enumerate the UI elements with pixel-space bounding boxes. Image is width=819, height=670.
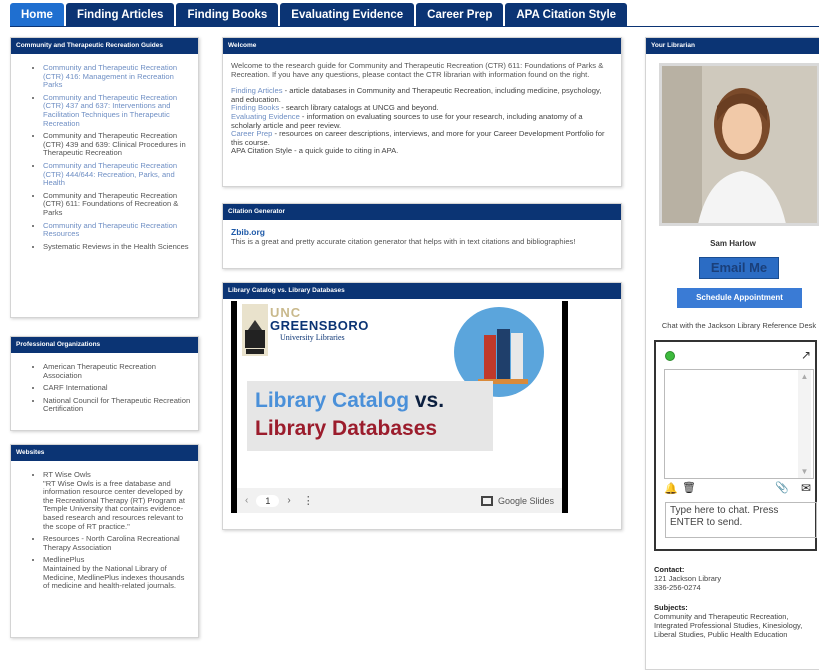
org-item[interactable]: American Therapeutic Recreation Associat… — [43, 362, 192, 380]
popout-icon[interactable]: ↗ — [801, 348, 811, 362]
chat-widget: ↗ ▲ ▼ 🔔 🗑 📎 ✉ Type here to chat. Press E… — [654, 340, 817, 551]
contact-section: Contact: 121 Jackson Library 336-256-027… — [654, 565, 721, 592]
guide-item[interactable]: Community and Therapeutic Recreation (CT… — [43, 191, 192, 218]
more-options-icon[interactable]: ⋮ — [303, 494, 314, 507]
website-desc: Maintained by the National Library of Me… — [43, 563, 185, 591]
tab-career-prep[interactable]: Career Prep — [416, 3, 504, 27]
main-nav-tabs: Home Finding Articles Finding Books Evaluat… — [10, 3, 629, 27]
welcome-line: APA Citation Style - a quick guide to ci… — [231, 147, 613, 156]
website-item: MedlinePlusMaintained by the National Li… — [43, 556, 192, 590]
schedule-appointment-button[interactable]: Schedule Appointment — [677, 288, 802, 308]
org-item[interactable]: CARF International — [43, 384, 192, 393]
librarian-panel: Your Librarian Sam Harlow Email Me Sched… — [645, 37, 819, 670]
welcome-intro: Welcome to the research guide for Commun… — [231, 61, 604, 79]
catalog-panel: Library Catalog vs. Library Databases UN… — [222, 282, 622, 530]
envelope-icon[interactable]: ✉ — [801, 481, 811, 495]
librarian-heading: Your Librarian — [646, 38, 819, 54]
welcome-line: Finding Articles - article databases in … — [231, 86, 613, 104]
slide-title-catalog: Library Catalog — [255, 389, 410, 412]
welcome-line-text: - article databases in Community and The… — [231, 86, 602, 104]
slide-canvas: UNC GREENSBORO University Libraries Libr… — [237, 301, 562, 488]
website-desc: "RT Wise Owls is a free database and inf… — [43, 478, 185, 531]
guide-item-label[interactable]: Community and Therapeutic Recreation (CT… — [43, 93, 177, 128]
subjects-text: Community and Therapeutic Recreation, In… — [654, 612, 803, 639]
slide-greensboro: GREENSBORO — [270, 318, 369, 333]
guide-item[interactable]: Community and Therapeutic Recreation (CT… — [43, 63, 192, 90]
guide-item-label[interactable]: Community and Therapeutic Recreation (CT… — [43, 131, 186, 157]
google-slides-label[interactable]: Google Slides — [498, 496, 554, 506]
welcome-line: Evaluating Evidence - information on eva… — [231, 112, 613, 130]
page-number[interactable]: 1 — [256, 494, 280, 507]
guide-item[interactable]: Community and Therapeutic Recreation (CT… — [43, 161, 192, 188]
guide-item[interactable]: Community and Therapeutic Recreation (CT… — [43, 131, 192, 158]
welcome-line-text: APA Citation Style - a quick guide to ci… — [231, 146, 399, 156]
tab-finding-books[interactable]: Finding Books — [176, 3, 279, 27]
online-status-icon — [665, 351, 675, 361]
contact-line: 336-256-0274 — [654, 583, 701, 592]
slides-toolbar: ‹ 1 › ⋮ Google Slides — [237, 488, 562, 513]
slide-title-vs: vs. — [409, 389, 445, 412]
welcome-line-text: - resources on career descriptions, inte… — [231, 129, 605, 147]
google-slides-icon[interactable] — [480, 495, 493, 506]
slide-title-databases: Library Databases — [255, 417, 438, 440]
scroll-up-icon[interactable]: ▲ — [798, 372, 811, 381]
catalog-heading: Library Catalog vs. Library Databases — [223, 283, 621, 299]
guide-item[interactable]: Systematic Reviews in the Health Science… — [43, 242, 192, 252]
subjects-label: Subjects: — [654, 603, 688, 612]
chat-transcript: ▲ ▼ — [664, 369, 814, 479]
tab-evaluating-evidence[interactable]: Evaluating Evidence — [280, 3, 415, 27]
welcome-line: Career Prep - resources on career descri… — [231, 129, 613, 147]
guides-list: Community and Therapeutic Recreation (CT… — [17, 63, 192, 252]
citation-text: This is a great and pretty accurate cita… — [231, 236, 576, 246]
subjects-section: Subjects: Community and Therapeutic Recr… — [654, 603, 819, 639]
citation-heading: Citation Generator — [223, 204, 621, 220]
orgs-panel: Professional Organizations American Ther… — [10, 336, 199, 431]
websites-panel: Websites RT Wise Owls"RT Wise Owls is a … — [10, 444, 199, 638]
guide-item-label[interactable]: Community and Therapeutic Recreation (CT… — [43, 63, 177, 89]
attachment-icon[interactable]: 📎 — [775, 481, 789, 494]
chat-label: Chat with the Jackson Library Reference … — [661, 321, 817, 330]
google-slides-embed[interactable]: UNC GREENSBORO University Libraries Libr… — [231, 301, 568, 513]
guide-item-label[interactable]: Community and Therapeutic Recreation Res… — [43, 221, 177, 239]
welcome-lines: Finding Articles - article databases in … — [231, 86, 613, 156]
chat-scrollbar[interactable]: ▲ ▼ — [798, 370, 811, 478]
guide-item-label[interactable]: Community and Therapeutic Recreation (CT… — [43, 191, 178, 217]
slide-university-libraries: University Libraries — [280, 333, 345, 342]
guide-item[interactable]: Community and Therapeutic Recreation (CT… — [43, 93, 192, 128]
guides-heading: Community and Therapeutic Recreation Gui… — [11, 38, 198, 54]
email-me-button[interactable]: Email Me — [699, 257, 779, 279]
next-slide-icon[interactable]: › — [287, 495, 290, 506]
chat-input[interactable]: Type here to chat. Press ENTER to send. — [665, 502, 817, 538]
scroll-down-icon[interactable]: ▼ — [798, 467, 811, 476]
contact-line: 121 Jackson Library — [654, 574, 722, 583]
tab-apa-citation-style[interactable]: APA Citation Style — [505, 3, 628, 27]
guide-item[interactable]: Community and Therapeutic Recreation Res… — [43, 221, 192, 239]
librarian-photo — [659, 63, 819, 226]
tab-finding-articles[interactable]: Finding Articles — [65, 3, 175, 27]
bell-icon[interactable]: 🔔 — [664, 482, 678, 495]
guide-item-label[interactable]: Systematic Reviews in the Health Science… — [43, 242, 189, 251]
tab-divider — [10, 26, 819, 27]
trash-icon[interactable]: 🗑 — [682, 481, 696, 494]
welcome-heading: Welcome — [223, 38, 621, 54]
prev-slide-icon[interactable]: ‹ — [245, 495, 248, 506]
orgs-list: American Therapeutic Recreation Associat… — [17, 362, 192, 414]
citation-panel: Citation Generator Zbib.org This is a gr… — [222, 203, 622, 269]
librarian-name: Sam Harlow — [710, 239, 756, 248]
orgs-heading: Professional Organizations — [11, 337, 198, 353]
org-item[interactable]: National Council for Therapeutic Recreat… — [43, 396, 192, 414]
websites-heading: Websites — [11, 445, 198, 461]
guide-item-label[interactable]: Community and Therapeutic Recreation (CT… — [43, 161, 177, 187]
contact-label: Contact: — [654, 565, 685, 574]
slide-title-box: Library Catalog vs. Library Databases — [247, 381, 493, 451]
tab-home[interactable]: Home — [10, 3, 64, 27]
website-item: Resources - North Carolina Recreational … — [43, 534, 192, 552]
websites-list: RT Wise Owls"RT Wise Owls is a free data… — [17, 470, 192, 591]
guides-panel: Community and Therapeutic Recreation Gui… — [10, 37, 199, 318]
website-title[interactable]: Resources - North Carolina Recreational … — [43, 534, 192, 552]
welcome-panel: Welcome Welcome to the research guide fo… — [222, 37, 622, 187]
website-item: RT Wise Owls"RT Wise Owls is a free data… — [43, 470, 192, 531]
spartan-logo-icon — [242, 304, 268, 356]
zbib-link[interactable]: Zbib.org — [231, 228, 613, 237]
